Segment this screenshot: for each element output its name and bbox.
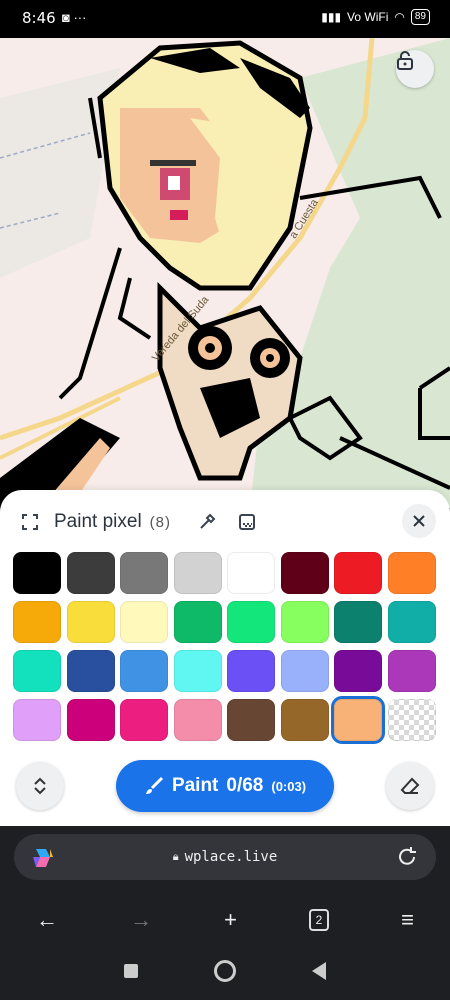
- tabs-button[interactable]: 2: [309, 909, 330, 931]
- back-icon[interactable]: ←: [36, 907, 58, 933]
- status-right: ▮▮▮ Vo WiFi ◠ 89: [321, 9, 430, 25]
- color-swatch[interactable]: [334, 650, 382, 692]
- color-swatch[interactable]: [227, 552, 275, 594]
- network-label: Vo WiFi: [347, 10, 389, 24]
- swatch-transparent[interactable]: [387, 699, 436, 741]
- paint-count: 0/68: [226, 775, 264, 796]
- color-swatch[interactable]: [387, 601, 436, 643]
- pixel-count: (8): [149, 513, 172, 531]
- system-nav: [0, 954, 450, 988]
- color-swatch[interactable]: [13, 601, 61, 643]
- lock-icon: [397, 51, 413, 70]
- color-swatch[interactable]: [227, 699, 275, 741]
- color-swatch[interactable]: [120, 601, 168, 643]
- color-swatch[interactable]: [66, 699, 115, 741]
- color-swatch[interactable]: [331, 696, 385, 744]
- recents-icon[interactable]: [124, 964, 138, 978]
- color-swatch[interactable]: [280, 699, 329, 741]
- map-artwork: [0, 38, 450, 508]
- color-swatch[interactable]: [120, 552, 168, 594]
- color-swatch[interactable]: [173, 552, 222, 594]
- color-swatch[interactable]: [387, 552, 436, 594]
- color-swatch[interactable]: [334, 601, 382, 643]
- close-button[interactable]: [402, 504, 436, 538]
- browser-nav: ← → + 2 ≡: [0, 900, 450, 940]
- chevron-up-down-icon: [34, 777, 46, 795]
- home-icon[interactable]: [214, 960, 236, 982]
- close-icon: [413, 515, 425, 527]
- color-swatch[interactable]: [280, 552, 329, 594]
- lock-button[interactable]: [396, 50, 434, 88]
- url-text: wplace.live: [184, 849, 278, 865]
- menu-icon[interactable]: ≡: [401, 907, 414, 933]
- expand-icon[interactable]: [14, 506, 46, 538]
- reload-icon[interactable]: [396, 846, 418, 868]
- status-time: 8:46: [22, 9, 56, 27]
- color-swatch[interactable]: [280, 601, 329, 643]
- color-swatch[interactable]: [173, 699, 222, 741]
- wifi-icon: ◠: [394, 10, 405, 24]
- color-swatch[interactable]: [173, 650, 222, 692]
- color-swatch[interactable]: [280, 650, 329, 692]
- color-swatch[interactable]: [13, 699, 61, 741]
- eraser-button[interactable]: [386, 762, 434, 810]
- paint-button[interactable]: Paint 0/68 (0:03): [116, 760, 334, 812]
- browser-chrome: 🔒︎ wplace.live ← → + 2 ≡: [0, 826, 450, 1000]
- battery-indicator: 89: [410, 9, 430, 25]
- expand-toggle-button[interactable]: [16, 762, 64, 810]
- address-bar[interactable]: 🔒︎ wplace.live: [14, 834, 436, 880]
- new-tab-icon[interactable]: +: [224, 907, 237, 933]
- color-swatch[interactable]: [334, 552, 382, 594]
- forward-icon[interactable]: →: [130, 907, 152, 933]
- color-swatch[interactable]: [120, 699, 168, 741]
- color-swatch[interactable]: [13, 552, 61, 594]
- map-canvas[interactable]: a Cuesta Vereda del Suda: [0, 38, 450, 508]
- color-swatch[interactable]: [66, 552, 115, 594]
- color-swatch[interactable]: [227, 601, 275, 643]
- paint-panel: Paint pixel (8) Paint 0/68 (0:03): [0, 490, 450, 826]
- copilot-icon[interactable]: [30, 845, 56, 871]
- eraser-icon: [400, 777, 420, 794]
- color-swatch[interactable]: [120, 650, 168, 692]
- eyedropper-icon[interactable]: [191, 506, 223, 538]
- color-swatch[interactable]: [13, 650, 61, 692]
- status-bar: 8:46 ◙ ··· ▮▮▮ Vo WiFi ◠ 89: [0, 0, 450, 38]
- color-palette: [13, 552, 437, 744]
- back-triangle-icon[interactable]: [312, 962, 326, 980]
- color-swatch[interactable]: [66, 601, 115, 643]
- signal-icon: ▮▮▮: [321, 10, 342, 24]
- brush-icon: [145, 776, 163, 794]
- paint-timer: (0:03): [271, 778, 307, 794]
- panel-title: Paint pixel: [54, 511, 142, 532]
- color-swatch[interactable]: [173, 601, 222, 643]
- lock-small-icon: 🔒︎: [172, 850, 179, 863]
- color-swatch[interactable]: [387, 650, 436, 692]
- color-swatch[interactable]: [66, 650, 115, 692]
- panel-header: Paint pixel (8): [14, 504, 436, 540]
- paint-label: Paint: [171, 775, 219, 796]
- grid-icon[interactable]: [231, 506, 263, 538]
- color-swatch[interactable]: [227, 650, 275, 692]
- notification-icons: ◙ ···: [62, 10, 87, 25]
